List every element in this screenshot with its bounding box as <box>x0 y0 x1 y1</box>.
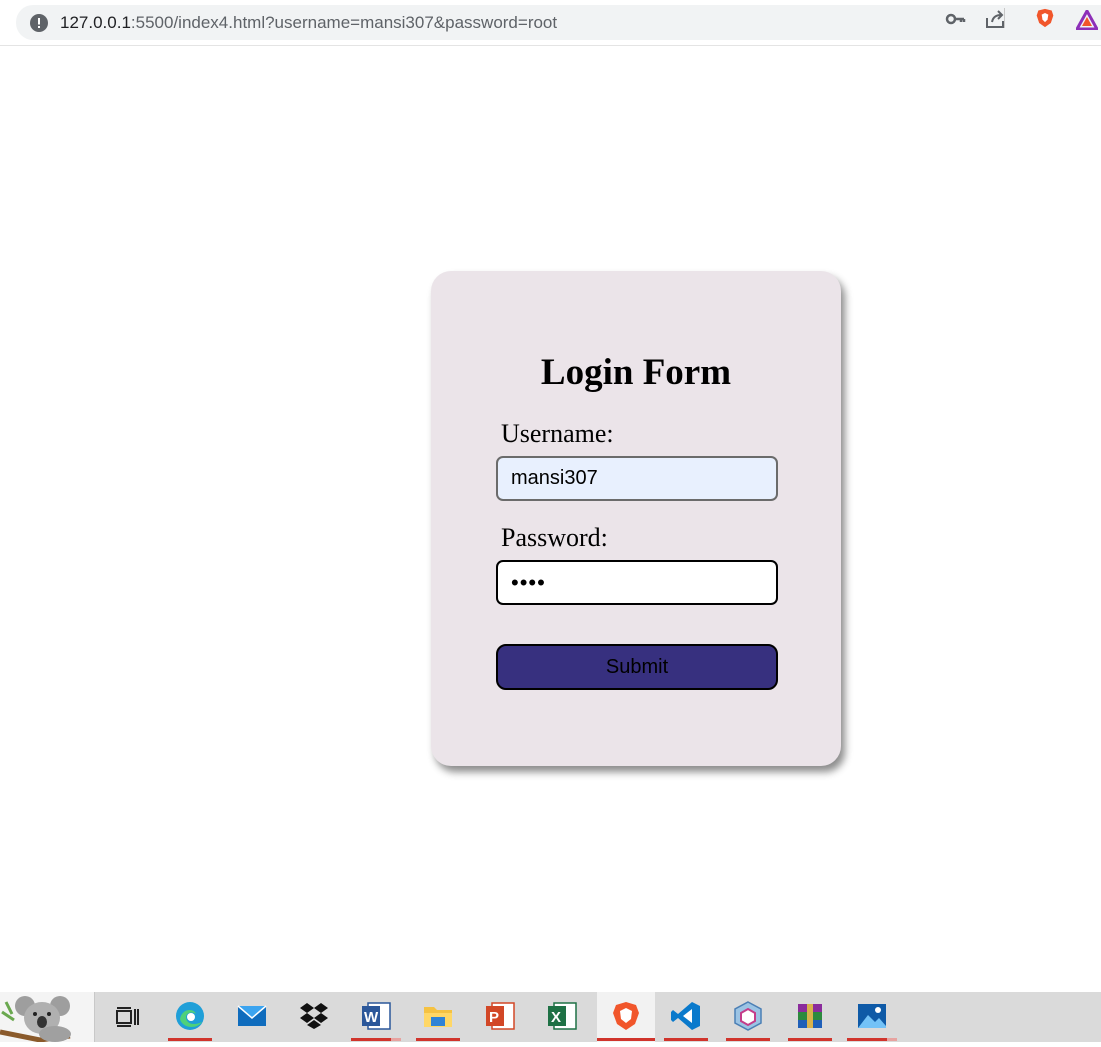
photos-icon <box>858 1004 886 1028</box>
svg-text:P: P <box>489 1009 499 1026</box>
svg-text:X: X <box>551 1009 561 1026</box>
taskbar-edge[interactable] <box>165 992 215 1042</box>
taskbar-excel[interactable]: X <box>537 992 587 1042</box>
taskbar-file-explorer[interactable] <box>413 992 463 1042</box>
taskbar-mail[interactable] <box>227 992 277 1042</box>
key-icon[interactable] <box>945 9 967 29</box>
folder-icon <box>424 1007 452 1027</box>
password-input[interactable]: •••• <box>496 560 778 605</box>
taskbar-dropbox[interactable] <box>289 992 339 1042</box>
mail-icon <box>237 1005 267 1026</box>
address-bar[interactable]: 127.0.0.1:5500/index4.html?username=mans… <box>16 5 1101 40</box>
taskbar-word[interactable]: W <box>351 992 401 1042</box>
running-indicator <box>351 1038 401 1041</box>
taskbar-brave[interactable] <box>597 992 655 1042</box>
username-label: Username: <box>501 419 614 448</box>
taskbar: W P X <box>0 992 1101 1043</box>
url-path: :5500/index4.html?username=mansi307&pass… <box>130 13 558 32</box>
running-indicator <box>664 1038 708 1041</box>
taskbar-vscode[interactable] <box>661 992 711 1042</box>
brave-rewards-icon[interactable] <box>1076 10 1098 30</box>
koala-wallpaper-thumbnail[interactable] <box>0 992 95 1043</box>
toolbar-separator <box>1004 8 1005 28</box>
edge-icon <box>176 1002 204 1030</box>
running-indicator <box>726 1038 770 1041</box>
excel-icon: X <box>548 1002 577 1030</box>
taskbar-powerpoint[interactable]: P <box>475 992 525 1042</box>
running-indicator <box>847 1038 897 1041</box>
task-view-button[interactable] <box>103 992 153 1042</box>
brave-shield-icon[interactable] <box>1034 8 1056 28</box>
submit-button[interactable]: Submit <box>496 644 778 690</box>
url-text[interactable]: 127.0.0.1:5500/index4.html?username=mans… <box>60 13 557 33</box>
taskbar-winrar[interactable] <box>785 992 835 1042</box>
powerpoint-icon: P <box>486 1002 515 1030</box>
login-card: Login Form Username: mansi307 Password: … <box>431 271 841 766</box>
url-host: 127.0.0.1 <box>60 13 131 32</box>
virtualbox-icon <box>734 1001 762 1031</box>
running-indicator <box>416 1038 460 1041</box>
running-indicator <box>788 1038 832 1041</box>
vscode-icon <box>671 1002 700 1030</box>
password-label: Password: <box>501 523 608 552</box>
running-indicator <box>168 1038 212 1041</box>
brave-icon <box>613 1002 639 1030</box>
winrar-icon <box>798 1004 822 1028</box>
taskbar-virtualbox[interactable] <box>723 992 773 1042</box>
taskbar-photos[interactable] <box>847 992 897 1042</box>
running-indicator <box>597 1038 655 1041</box>
word-icon: W <box>362 1002 391 1030</box>
koala-icon <box>0 996 71 1043</box>
browser-toolbar: 127.0.0.1:5500/index4.html?username=mans… <box>0 0 1101 46</box>
task-view-icon <box>116 1007 139 1027</box>
form-title: Login Form <box>540 352 732 393</box>
share-icon[interactable] <box>984 9 1006 29</box>
svg-text:W: W <box>364 1009 379 1026</box>
not-secure-icon[interactable] <box>30 14 48 32</box>
username-input[interactable]: mansi307 <box>496 456 778 501</box>
dropbox-icon <box>300 1003 328 1029</box>
